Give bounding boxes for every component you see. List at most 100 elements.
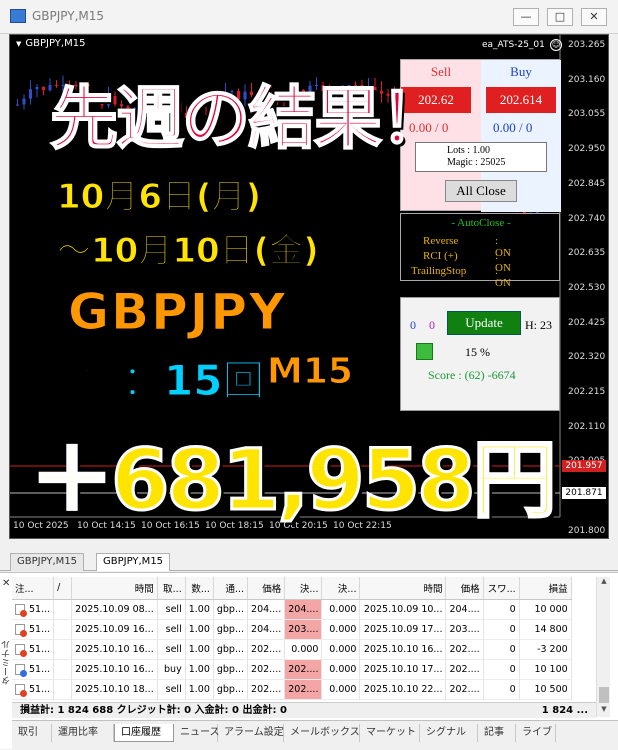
terminal-tab[interactable]: 記事 — [478, 724, 516, 742]
column-header[interactable]: 価格 — [445, 577, 484, 600]
buy-button[interactable]: 202.614 — [486, 87, 556, 113]
column-header[interactable]: 決... — [284, 577, 323, 600]
column-header[interactable]: 決... — [321, 577, 361, 600]
column-header[interactable]: 損益 — [519, 577, 572, 600]
table-cell: 0 — [483, 639, 520, 660]
table-row[interactable]: 51... 2025.10.09 16... sell 1.00 gbp... 204..… — [12, 619, 572, 640]
chart-tab-active[interactable]: GBPJPY,M15 — [96, 553, 171, 571]
chart-tab[interactable]: GBPJPY,M15 — [10, 553, 85, 571]
table-cell: sell — [157, 599, 186, 620]
table-cell: 2025.10.10 16... — [71, 639, 158, 660]
table-cell: 202.... — [284, 679, 323, 700]
table-cell: 0.000 — [321, 679, 361, 700]
overlay-trades-label: 取引 — [53, 350, 100, 377]
terminal-tab[interactable]: シグナル — [420, 724, 478, 742]
buy-label: Buy — [510, 64, 532, 79]
buy-deal-icon — [15, 663, 27, 677]
autoclose-reverse: Reverse: ON — [423, 235, 511, 259]
column-header[interactable]: スワ... — [483, 577, 520, 600]
overlay-profit: ＋681,958円 — [29, 430, 559, 531]
chart-symbol-label: GBPJPY,M15 — [16, 38, 85, 49]
lots-value: Lots : 1.00 — [447, 145, 491, 156]
window-title: GBPJPY,M15 — [32, 9, 105, 23]
table-cell — [53, 619, 73, 640]
sell-deal-icon — [15, 603, 27, 617]
table-cell: 51... — [12, 599, 55, 620]
maximize-button[interactable]: □ — [547, 8, 573, 26]
all-close-button[interactable]: All Close — [445, 180, 517, 202]
terminal-close-icon[interactable]: ✕ — [2, 578, 10, 589]
column-header[interactable]: 取... — [157, 577, 186, 600]
table-cell — [53, 659, 73, 680]
autoclose-label: TrailingStop — [411, 265, 467, 277]
summary-text: 損益計: 1 824 688 クレジット計: 0 入金計: 0 出金計: 0 — [20, 705, 287, 716]
overlay-title: 先週の結果！ — [49, 79, 449, 160]
terminal-tab[interactable]: ニュース — [174, 724, 220, 742]
minimize-button[interactable]: — — [513, 8, 539, 26]
terminal-tab[interactable]: メールボックス — [284, 724, 360, 742]
table-cell: 202.... — [247, 639, 286, 660]
price-chart[interactable]: GBPJPY,M15 ea_ATS-25_01 ☺ 203.265 203.160… — [9, 34, 609, 539]
column-header[interactable]: 数... — [185, 577, 214, 600]
table-cell: 1.00 — [185, 599, 214, 620]
table-row[interactable]: 51... 2025.10.10 18... sell 1.00 gbp... 202..… — [12, 679, 572, 700]
table-row[interactable]: 51... 2025.10.10 16... buy 1.00 gbp... 202...… — [12, 659, 572, 680]
table-cell: 2025.10.10 18... — [71, 679, 158, 700]
column-header[interactable]: 時間 — [359, 577, 447, 600]
terminal-tab[interactable]: 運用比率 — [52, 724, 114, 742]
price-tick: 201.800 — [568, 525, 606, 536]
terminal-tab[interactable]: マーケット — [360, 724, 420, 742]
scroll-thumb[interactable] — [599, 687, 609, 703]
price-tick: 202.110 — [568, 421, 606, 432]
table-cell: 204.... — [284, 599, 323, 620]
terminal-tab[interactable]: 取引 — [12, 724, 52, 742]
table-row[interactable]: 51... 2025.10.09 08... sell 1.00 gbp... 204..… — [12, 599, 572, 620]
price-tick: 202.635 — [568, 248, 606, 259]
column-header[interactable]: 通... — [213, 577, 249, 600]
table-cell: 202.... — [445, 679, 484, 700]
close-window-button[interactable]: ✕ — [581, 8, 607, 26]
update-button[interactable]: Update — [447, 311, 521, 335]
table-cell: 202.... — [445, 639, 484, 660]
price-tick: 202.530 — [568, 282, 606, 293]
table-cell: 51... — [12, 639, 55, 660]
terminal-window: GBPJPY,M15 — □ ✕ GBPJPY,M15 ea_ATS-25_01… — [0, 0, 618, 750]
table-cell: 2025.10.09 10... — [359, 599, 447, 620]
counter-blue: 0 — [410, 318, 416, 332]
column-header[interactable]: 価格 — [247, 577, 286, 600]
score-value: Score : (62) -6674 — [428, 368, 516, 382]
table-cell: 2025.10.09 16... — [71, 619, 158, 640]
table-cell: 14 800 — [519, 619, 572, 640]
table-cell: 1.00 — [185, 679, 214, 700]
table-cell: sell — [157, 619, 186, 640]
table-cell: 0.000 — [321, 619, 361, 640]
overlay-pair: GBPJPY — [67, 283, 288, 342]
scroll-up-icon[interactable]: ▲ — [599, 577, 609, 585]
price-tick: 203.160 — [568, 74, 606, 85]
table-cell: 0.000 — [321, 659, 361, 680]
sell-deal-icon — [15, 683, 27, 697]
table-cell: 1.00 — [185, 639, 214, 660]
column-header[interactable]: 時間 — [71, 577, 158, 600]
column-header[interactable]: 注... — [12, 577, 55, 600]
overlay-date-from: 10月6日(月) — [56, 177, 262, 218]
table-cell — [53, 639, 73, 660]
terminal-tabs: 取引 運用比率 口座履歴 ニュース アラーム設定 メールボックス マーケット シグナル 記事 ライ… — [12, 720, 618, 750]
vertical-scrollbar[interactable]: ▲ ▼ — [596, 577, 610, 717]
terminal-tab[interactable]: 口座履歴 — [114, 724, 174, 742]
table-cell: 204.... — [247, 619, 286, 640]
table-row[interactable]: 51... 2025.10.10 16... sell 1.00 gbp... 202..… — [12, 639, 572, 660]
title-bar[interactable]: GBPJPY,M15 — □ ✕ — [0, 0, 618, 34]
autoclose-rci: RCI (+): ON — [423, 250, 511, 274]
table-cell: 2025.10.10 22... — [359, 679, 447, 700]
column-header[interactable]: / — [53, 577, 73, 600]
terminal-tab[interactable]: アラーム設定 — [218, 724, 284, 742]
table-cell: 203.... — [284, 619, 323, 640]
table-cell: 2025.10.09 17... — [359, 619, 447, 640]
price-tick: 202.320 — [568, 352, 606, 363]
terminal-tab[interactable]: ライブ — [516, 724, 556, 742]
overlay-timeframe: M15 — [267, 351, 354, 393]
table-cell: 2025.10.09 08... — [71, 599, 158, 620]
scroll-down-icon[interactable]: ▼ — [599, 705, 609, 713]
table-cell: 51... — [12, 679, 55, 700]
